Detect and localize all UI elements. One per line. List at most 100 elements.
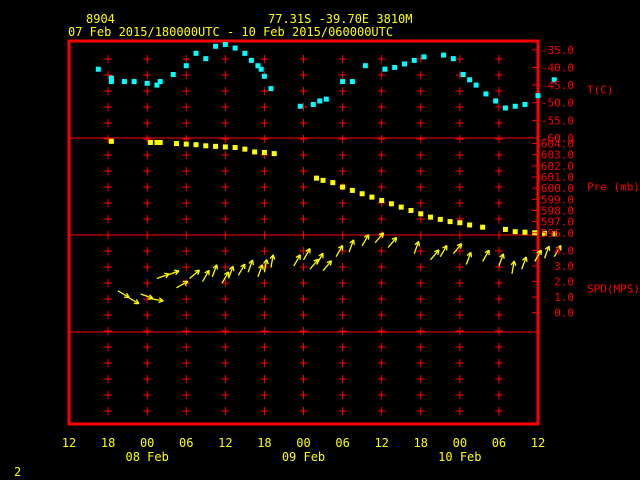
pressure-point [271,151,277,157]
wind-arrow-head [470,252,473,258]
wind-arrow [374,232,385,244]
page-number: 2 [14,465,21,479]
wind-arrow [189,269,201,279]
wind-arrow [465,251,473,265]
wind-arrow-head [513,260,517,266]
temperature-point [421,54,427,60]
wind-arrow [227,265,235,279]
temperature-point [242,50,248,56]
temperature-point [121,79,127,85]
temperature-point [261,73,267,79]
x-day-label: 09 Feb [282,450,325,464]
wind-arrow-head [266,259,269,265]
pressure-point [379,197,385,203]
wind-arrow [521,256,528,270]
wind-arrow [430,249,440,261]
wind-arrow-head [232,266,235,272]
wind-arrow-head [216,264,219,270]
pressure-point [183,141,189,147]
temperature-point [460,72,466,78]
y-tick-label: -45.0 [541,79,574,92]
wind-arrow-head [261,264,264,270]
temperature-point [502,105,508,111]
y-tick-label: 2.0 [554,276,574,289]
pressure-point [408,207,414,213]
temperature-point [362,63,368,69]
wind-arrow [156,272,170,280]
wind-arrow [439,244,448,258]
wind-arrow [257,264,264,278]
wind-arrow [543,245,551,259]
x-day-label: 08 Feb [125,450,168,464]
temperature-point [382,66,388,72]
pressure-point [467,222,473,228]
pressure-point [213,143,219,149]
wind-arrow [117,290,130,299]
pressure-point [418,211,424,217]
pressure-point [252,149,258,155]
panel-label-wind_speed: SPD(MPS) [587,283,640,296]
temperature-point [349,79,355,85]
x-tick-label: 06 [179,436,193,450]
pressure-point [330,180,336,186]
pressure-point [447,219,453,225]
wind-arrow [293,254,301,267]
temperature-point [131,79,137,85]
meteogram-chart: 8904 77.31S -39.70E 3810M 07 Feb 2015/18… [14,12,640,479]
y-tick-label: 3.0 [554,260,574,273]
wind-arrow [387,236,398,248]
y-tick-label: -55.0 [541,114,574,127]
wind-arrow [269,254,276,268]
station-id: 8904 [86,12,115,26]
pressure-point [261,149,267,155]
x-tick-label: 18 [101,436,115,450]
temperature-point [317,98,323,104]
wind-arrow [510,260,517,274]
temperature-point [512,103,518,109]
wind-arrow-head [272,254,276,260]
wind-arrow [150,297,164,304]
wind-arrow [322,260,333,272]
temperature-point [340,79,346,85]
wind-arrow [482,249,490,262]
temperature-point [258,66,264,72]
temperature-point [450,56,456,62]
temperature-point [297,103,303,109]
y-tick-label: -35.0 [541,44,574,57]
temperature-point [222,42,228,48]
x-tick-label: 00 [453,436,467,450]
pressure-point [320,177,326,183]
pressure-point [157,139,163,145]
temperature-point [232,45,238,51]
temperature-point [392,64,398,70]
wind-arrow [413,240,421,254]
y-tick-label: 4.0 [554,245,574,258]
temperature-point [157,79,163,85]
x-tick-label: 18 [257,436,271,450]
temperature-point [473,82,479,88]
pressure-point [480,224,486,230]
y-tick-label: 0.0 [554,307,574,320]
x-tick-label: 06 [335,436,349,450]
x-tick-label: 00 [140,436,154,450]
pressure-point [388,201,394,207]
wind-arrow-head [548,245,551,252]
pressure-point [457,220,463,226]
y-tick-label: -40.0 [541,61,574,74]
wind-arrow [211,264,219,278]
pressure-point [222,144,228,150]
wind-arrow [302,248,311,261]
pressure-point [314,175,320,181]
temperature-point [441,52,447,58]
wind-arrow [237,263,246,276]
pressure-point [512,229,518,235]
temperature-point [170,72,176,78]
pressure-point [173,141,179,147]
panel-label-pressure: Pre (mb) [587,181,640,194]
wind-arrow-head [251,259,254,266]
x-tick-label: 12 [531,436,545,450]
wind-arrow-head [502,253,505,259]
temperature-point [108,79,114,85]
temperature-point [248,57,254,63]
wind-arrow [452,243,463,255]
